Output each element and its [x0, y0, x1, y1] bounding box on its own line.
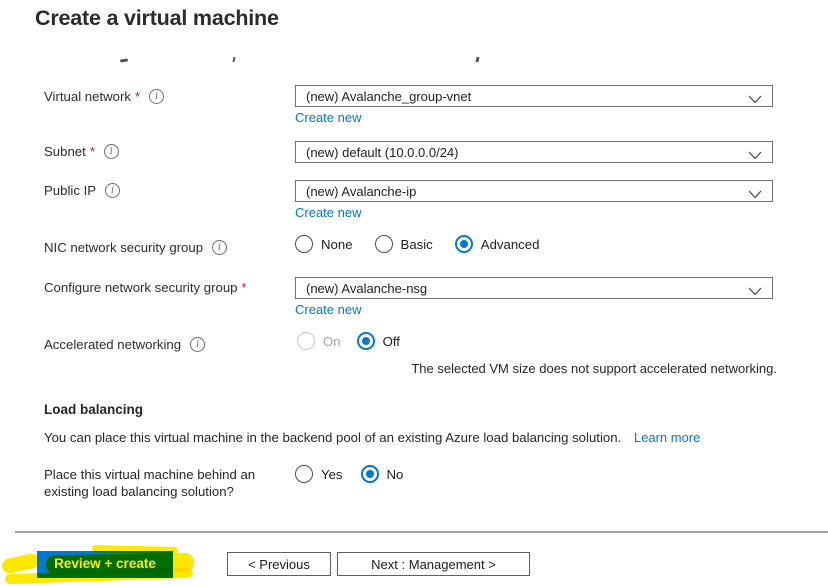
accelerated-networking-radio-group: On Off [297, 332, 422, 350]
chevron-down-icon [748, 148, 762, 163]
radio-circle[interactable] [295, 465, 313, 483]
configure-nsg-select[interactable]: (new) Avalanche-nsg [295, 277, 773, 299]
radio-no[interactable]: No [360, 465, 403, 483]
load-balancing-radio-group: Yes No [295, 465, 425, 483]
radio-on-disabled: On [297, 332, 341, 350]
required-marker: * [134, 89, 141, 104]
radio-circle[interactable] [374, 235, 393, 253]
configure-nsg-value: (new) Avalanche-nsg [306, 280, 428, 296]
learn-more-link[interactable]: Learn more [634, 430, 700, 445]
info-icon[interactable]: i [212, 240, 228, 255]
nic-nsg-label: NIC network security group i [44, 240, 228, 255]
radio-circle-selected[interactable] [360, 465, 379, 483]
nic-nsg-radio-group: None Basic Advanced [295, 235, 561, 253]
chevron-down-icon [748, 284, 762, 299]
radio-none[interactable]: None [295, 235, 353, 253]
accelerated-networking-label: Accelerated networking i [44, 337, 206, 352]
required-marker: * [241, 280, 247, 295]
load-balancing-description: You can place this virtual machine in th… [44, 430, 622, 445]
load-balancing-heading: Load balancing [44, 402, 144, 417]
chevron-down-icon [748, 92, 762, 107]
required-marker: * [89, 144, 95, 159]
configure-nsg-create-new-link[interactable]: Create new [295, 302, 361, 317]
radio-circle[interactable] [295, 235, 313, 253]
radio-circle-disabled [297, 332, 315, 350]
page-title: Create a virtual machine [35, 6, 279, 30]
info-icon[interactable]: i [103, 144, 119, 159]
review-create-highlight-area: Review + create [0, 543, 212, 586]
chevron-down-icon [748, 187, 762, 202]
virtual-network-label: Virtual network * i [44, 89, 165, 104]
subnet-label: Subnet * i [44, 144, 119, 159]
load-balancing-description-row: You can place this virtual machine in th… [44, 430, 700, 445]
info-icon[interactable]: i [190, 337, 206, 352]
public-ip-label: Public IP i [44, 183, 121, 198]
radio-circle-selected[interactable] [356, 332, 375, 350]
radio-circle-selected[interactable] [454, 235, 473, 253]
info-icon[interactable]: i [105, 183, 121, 198]
public-ip-value: (new) Avalanche-ip [306, 183, 417, 199]
virtual-network-select[interactable]: (new) Avalanche_group-vnet [295, 85, 773, 107]
public-ip-select[interactable]: (new) Avalanche-ip [295, 180, 773, 202]
radio-yes[interactable]: Yes [295, 465, 343, 483]
previous-button[interactable]: < Previous [227, 552, 331, 576]
radio-basic[interactable]: Basic [374, 235, 433, 253]
subnet-select[interactable]: (new) default (10.0.0.0/24) [295, 141, 773, 163]
info-icon[interactable]: i [149, 89, 165, 104]
virtual-network-value: (new) Avalanche_group-vnet [306, 88, 472, 104]
footer-divider [15, 531, 828, 533]
configure-nsg-label: Configure network security group * [44, 280, 247, 295]
accelerated-networking-note: The selected VM size does not support ac… [411, 361, 777, 376]
public-ip-create-new-link[interactable]: Create new [295, 205, 361, 220]
highlighter-stroke [0, 552, 41, 575]
radio-advanced[interactable]: Advanced [454, 235, 539, 253]
virtual-network-create-new-link[interactable]: Create new [295, 110, 361, 125]
radio-off[interactable]: Off [356, 332, 400, 350]
create-vm-networking-page: Create a virtual machine Virtual network… [0, 0, 828, 586]
subnet-value: (new) default (10.0.0.0/24) [306, 144, 459, 160]
next-management-button[interactable]: Next : Management > [337, 552, 530, 576]
load-balancing-question: Place this virtual machine behind an exi… [44, 467, 256, 499]
